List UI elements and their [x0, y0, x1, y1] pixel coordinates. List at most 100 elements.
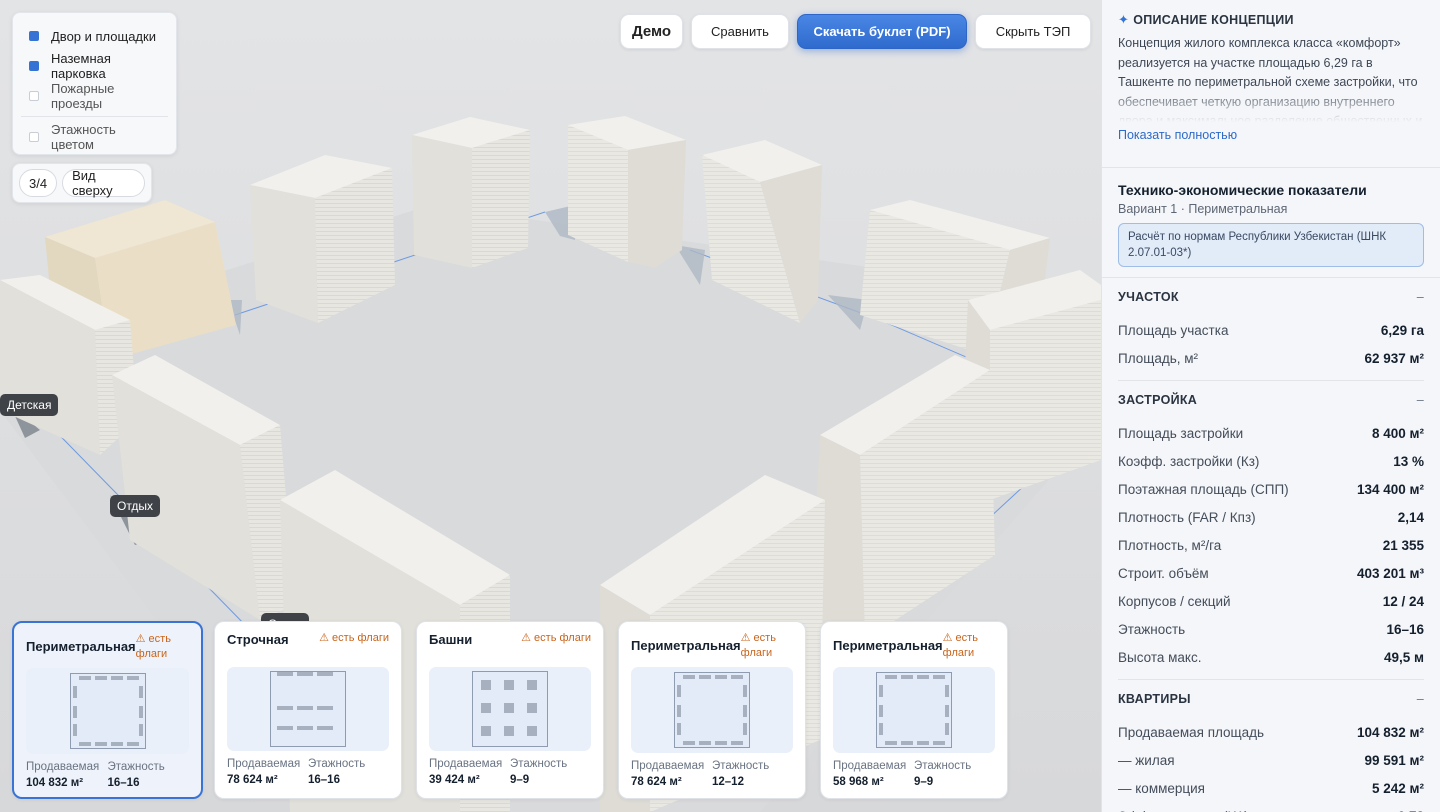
tep-row-value: 403 201 м³ [1356, 565, 1424, 581]
plot-outline [674, 672, 750, 748]
building-footprint [481, 726, 491, 736]
variant-card-header: Башни ⚠ есть флаги [429, 631, 591, 667]
building-footprint [481, 680, 491, 690]
tep-row: — коммерция 5 242 м² [1118, 774, 1424, 802]
floors-value: 12–12 [712, 776, 744, 788]
variant-card[interactable]: Периметральная ⚠ есть флаги Продаваемая 78 … [618, 621, 806, 799]
building-footprint [527, 680, 537, 690]
tep-header: Технико-экономические показатели Вариант… [1102, 168, 1440, 278]
building-footprint [72, 724, 77, 736]
variant-card[interactable]: Периметральная ⚠ есть флаги Продаваемая 104… [12, 621, 203, 799]
tep-row-label: — жилая [1118, 752, 1175, 768]
building-footprint [901, 741, 913, 745]
tep-row: Этажность 16–16 [1118, 615, 1424, 643]
concept-header: ✦ ОПИСАНИЕ КОНЦЕПЦИИ [1118, 12, 1424, 28]
sale-area-label: Продаваемая [833, 760, 907, 772]
tep-row-label: Корпусов / секций [1118, 593, 1231, 609]
checkbox-unchecked[interactable] [29, 91, 39, 101]
layer-toggle-fire-lanes[interactable]: Пожарные проезды [13, 81, 176, 111]
building-footprint [917, 675, 929, 679]
download-booklet-button[interactable]: Скачать буклет (PDF) [797, 14, 967, 49]
building-footprint [731, 741, 743, 745]
tep-group-header[interactable]: КВАРТИРЫ – [1118, 680, 1424, 718]
building-footprint [879, 685, 883, 697]
tep-row-label: Этажность [1118, 621, 1186, 637]
norms-notice: Расчёт по нормам Республики Узбекистан (… [1118, 223, 1424, 267]
compare-button[interactable]: Сравнить [691, 14, 789, 49]
concept-title: ОПИСАНИЕ КОНЦЕПЦИИ [1133, 13, 1294, 27]
concept-section: ✦ ОПИСАНИЕ КОНЦЕПЦИИ Концепция жилого ко… [1102, 0, 1440, 168]
tep-row-value: 2,14 [1397, 509, 1424, 525]
building-footprint [933, 675, 945, 679]
building-footprint [743, 685, 747, 697]
tep-panel: ✦ ОПИСАНИЕ КОНЦЕПЦИИ Концепция жилого ко… [1101, 0, 1440, 812]
checkbox-checked[interactable] [29, 61, 39, 71]
collapse-toggle[interactable]: – [1417, 692, 1424, 706]
demo-button[interactable]: Демо [620, 14, 683, 49]
variant-stats: Продаваемая 39 424 м² Этажность 9–9 [429, 758, 591, 786]
building-footprint [504, 726, 514, 736]
building-footprint [297, 672, 313, 676]
tep-row: Корпусов / секций 12 / 24 [1118, 587, 1424, 615]
building-footprint [317, 706, 333, 710]
divider [21, 116, 168, 117]
hide-tep-button[interactable]: Скрыть ТЭП [975, 14, 1091, 49]
view-step-button[interactable]: 3/4 [19, 169, 58, 197]
tep-group-header[interactable]: УЧАСТОК – [1118, 278, 1424, 316]
warning-flag-badge: ⚠ есть флаги [942, 632, 978, 659]
layout-thumbnail [270, 671, 346, 747]
building-footprint [715, 675, 727, 679]
variant-card-header: Периметральная ⚠ есть флаги [26, 632, 189, 668]
variant-card[interactable]: Башни ⚠ есть флаги Продаваемая 39 424 м² Эта… [416, 621, 604, 799]
checkbox-unchecked[interactable] [29, 132, 39, 142]
building-footprint [683, 741, 695, 745]
scene-label-playground[interactable]: Детская [0, 394, 59, 416]
sale-area-value: 78 624 м² [227, 774, 278, 786]
building-footprint [94, 676, 107, 680]
layer-toggle-yard[interactable]: Двор и площадки [13, 21, 176, 51]
tep-group: КВАРТИРЫ – Продаваемая площадь 104 832 м² — … [1102, 680, 1440, 812]
show-more-link[interactable]: Показать полностью [1118, 128, 1237, 142]
variant-card[interactable]: Периметральная ⚠ есть флаги Продаваемая 58 … [820, 621, 1008, 799]
collapse-toggle[interactable]: – [1417, 290, 1424, 304]
layer-toggle-floor-colors[interactable]: Этажность цветом [13, 122, 176, 152]
tep-variant-subtitle: Вариант 1 · Периметральная [1118, 202, 1288, 216]
building-footprint [677, 723, 681, 735]
sale-area-value: 58 968 м² [833, 776, 884, 788]
tep-row-value: 6,29 га [1380, 322, 1424, 338]
tep-row: Коэфф. застройки (Кз) 13 % [1118, 447, 1424, 475]
building-footprint [110, 676, 123, 680]
floors-value: 9–9 [914, 776, 934, 788]
building-footprint [527, 726, 537, 736]
tep-row-value: 5 242 м² [1371, 780, 1424, 796]
building-footprint [504, 703, 514, 713]
tep-row-label: Поэтажная площадь (СПП) [1118, 481, 1289, 497]
tep-row-label: Плотность (FAR / Кпз) [1118, 509, 1256, 525]
checkbox-checked[interactable] [29, 31, 39, 41]
layer-toggle-parking[interactable]: Наземная парковка [13, 51, 176, 81]
tep-group-header[interactable]: ЗАСТРОЙКА – [1118, 381, 1424, 419]
tep-row-value: 12 / 24 [1382, 593, 1424, 609]
3d-viewport[interactable]: Детская Отдых Спорт Двор и площадки Назе… [0, 0, 1101, 812]
tep-row-label: — коммерция [1118, 780, 1205, 796]
tep-title: Технико-экономические показатели [1118, 182, 1367, 198]
variant-card[interactable]: Строчная ⚠ есть флаги Продаваемая 78 624 м²… [214, 621, 402, 799]
variant-card-header: Периметральная ⚠ есть флаги [833, 631, 995, 667]
floors-label: Этажность [510, 758, 568, 770]
warning-flag-badge: ⚠ есть флаги [521, 632, 591, 644]
sale-area-value: 39 424 м² [429, 774, 480, 786]
layer-label: Двор и площадки [51, 28, 156, 44]
top-view-button[interactable]: Вид сверху [62, 168, 145, 198]
building-footprint [78, 676, 91, 680]
variant-stats: Продаваемая 58 968 м² Этажность 9–9 [833, 760, 995, 788]
warning-flag-badge: ⚠ есть флаги [135, 633, 171, 660]
tep-row: Площадь застройки 8 400 м² [1118, 419, 1424, 447]
floors-label: Этажность [914, 760, 972, 772]
scene-label-rest[interactable]: Отдых [110, 495, 161, 517]
tep-row-label: Плотность, м²/га [1118, 537, 1222, 553]
collapse-toggle[interactable]: – [1417, 393, 1424, 407]
variant-title: Строчная [227, 632, 289, 647]
variant-title: Башни [429, 632, 473, 647]
building-footprint [504, 680, 514, 690]
tep-row: Поэтажная площадь (СПП) 134 400 м² [1118, 475, 1424, 503]
